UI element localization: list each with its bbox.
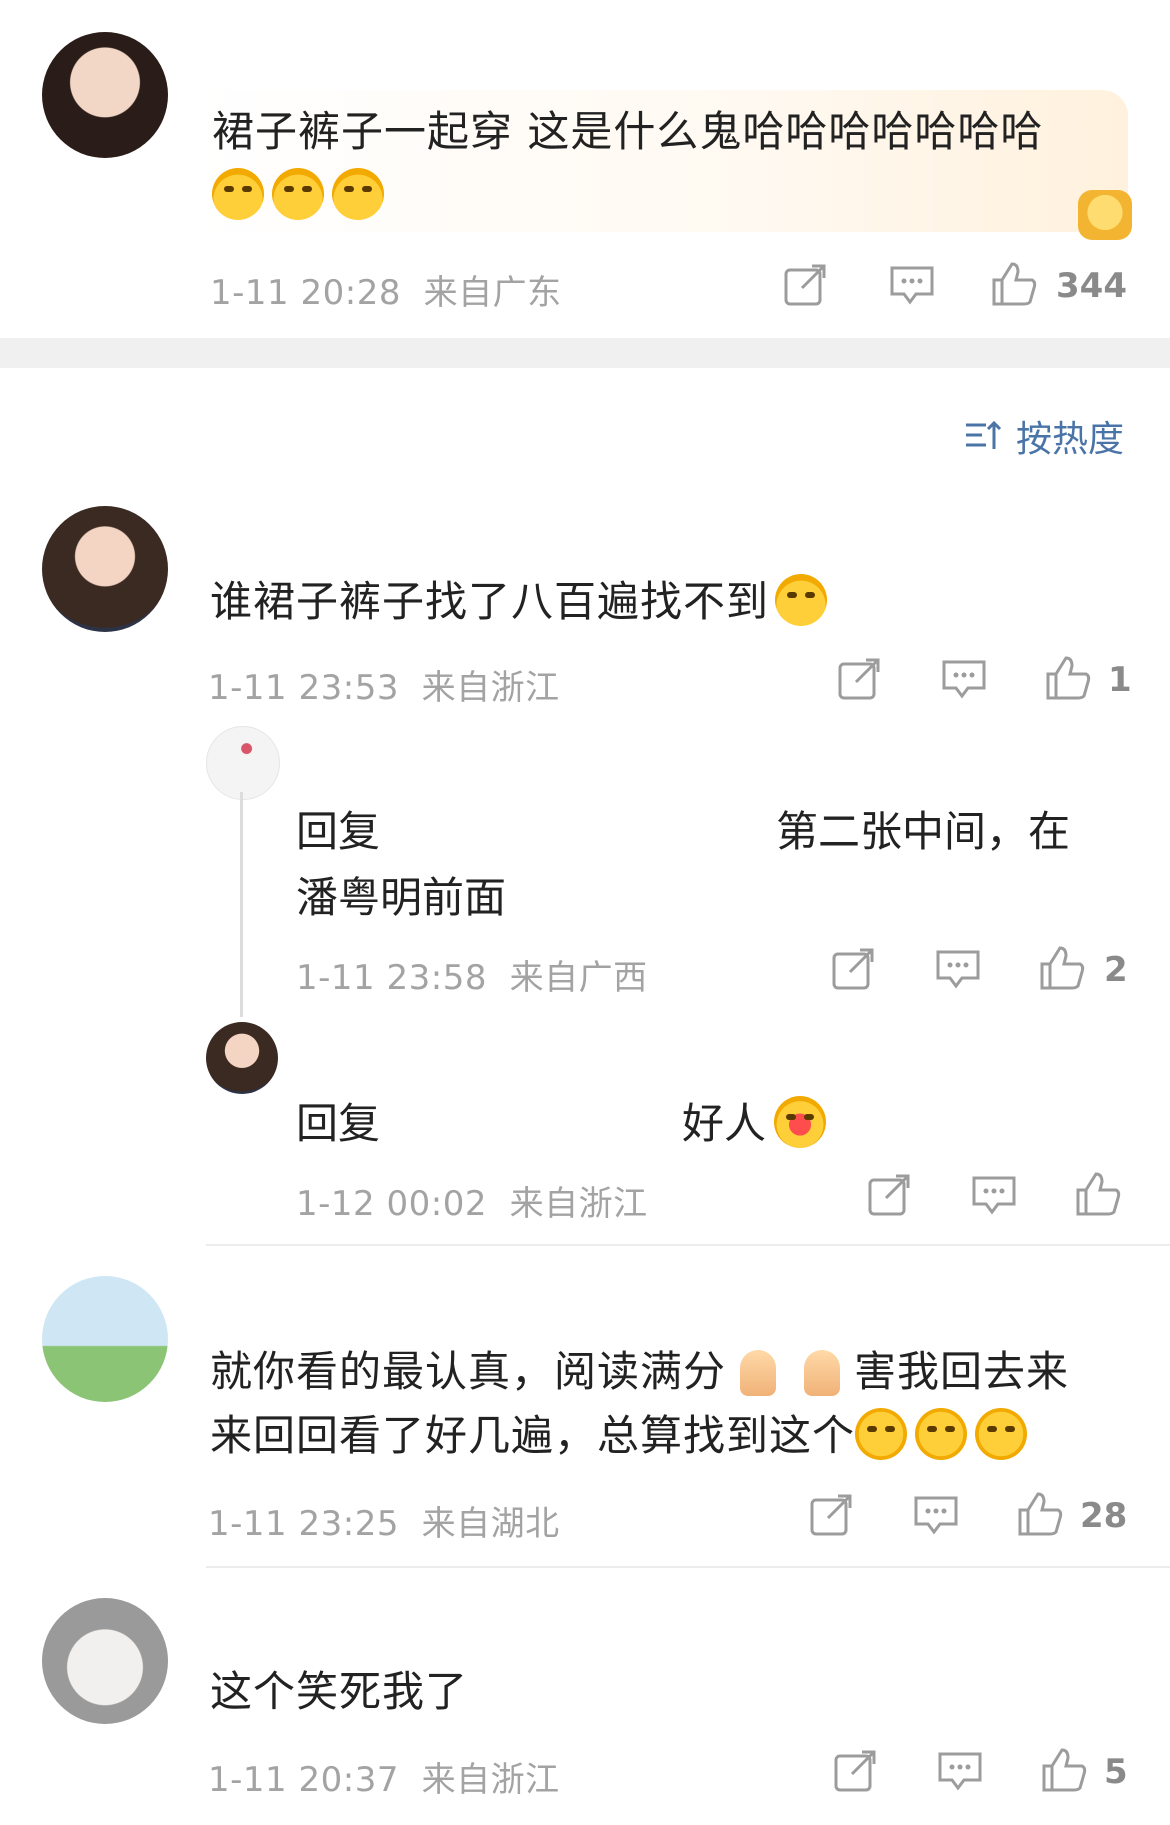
comment-icon[interactable]: [912, 1492, 960, 1538]
grin-emoji-icon: [855, 1408, 908, 1460]
grin-emoji-icon: [975, 1408, 1028, 1460]
sort-label: 按热度: [1015, 419, 1124, 460]
thumbs-up-emoji-icon: [740, 1350, 777, 1396]
share-icon[interactable]: [832, 1748, 878, 1794]
reply-text-continued: 潘粤明前面: [296, 873, 507, 922]
comment-time: 1-11 23:53: [208, 668, 399, 708]
comment-icon[interactable]: [940, 656, 988, 702]
sort-icon: [965, 420, 1002, 449]
comment-location: 来自浙江: [421, 1760, 560, 1800]
comment-icon[interactable]: [934, 946, 982, 992]
comment-location: 来自广东: [423, 273, 562, 313]
like-icon[interactable]: [1040, 1744, 1088, 1794]
comment-body-continued: 害我回去来: [854, 1347, 1070, 1396]
comment-meta: 1-11 20:37 来自浙江: [208, 1752, 560, 1801]
reply-time: 1-12 00:02: [296, 1184, 487, 1224]
reply-location: 来自浙江: [509, 1184, 648, 1224]
avatar[interactable]: [42, 1598, 168, 1724]
comment-time: 1-11 23:25: [208, 1504, 399, 1544]
separator: [206, 1566, 1170, 1568]
like-count: 344: [1056, 266, 1127, 306]
like-icon[interactable]: [990, 258, 1038, 308]
like-icon[interactable]: [1044, 652, 1092, 702]
sort-toggle[interactable]: 按热度: [964, 410, 1124, 462]
avatar[interactable]: [42, 1276, 168, 1402]
comment-body: 裙子裤子一起穿 这是什么鬼哈哈哈哈哈哈哈: [212, 107, 1044, 156]
comment-meta: 1-11 20:28 来自广东: [210, 265, 562, 314]
avatar[interactable]: [206, 1022, 278, 1094]
comment-body-line2: 来回回看了好几遍，总算找到这个: [210, 1411, 856, 1460]
reply-prefix: 回复: [296, 807, 381, 856]
comment-icon[interactable]: [970, 1172, 1018, 1218]
share-icon[interactable]: [782, 262, 828, 308]
comment-meta: 1-11 23:53 来自浙江: [208, 660, 560, 709]
laugh-cry-emoji-icon: [212, 168, 264, 220]
like-count: 5: [1104, 1752, 1128, 1792]
like-count: 28: [1080, 1496, 1128, 1536]
thumbs-up-emoji-icon: [804, 1350, 841, 1396]
reply-location: 来自广西: [509, 958, 648, 998]
like-count: 2: [1104, 950, 1128, 990]
share-icon[interactable]: [808, 1492, 854, 1538]
comment-location: 来自浙江: [421, 668, 560, 708]
reply-prefix: 回复: [296, 1099, 381, 1148]
reply-body: 好人: [682, 1099, 767, 1148]
comment-body: 谁裙子裤子找了八百遍找不到: [210, 577, 770, 626]
laugh-cry-emoji-icon: [332, 168, 384, 220]
like-icon[interactable]: [1074, 1168, 1122, 1218]
separator: [206, 1244, 1170, 1246]
laugh-cry-emoji-icon: [272, 168, 324, 220]
comment-time: 1-11 20:28: [210, 273, 401, 313]
like-icon[interactable]: [1038, 942, 1086, 992]
comment-text: 就你看的最认真，阅读满分 害我回去来 来回回看了好几遍，总算找到这个: [210, 1340, 1150, 1468]
like-icon[interactable]: [1016, 1488, 1064, 1538]
avatar[interactable]: [206, 726, 280, 800]
comment-location: 来自湖北: [421, 1504, 560, 1544]
avatar[interactable]: [42, 506, 168, 632]
share-icon[interactable]: [830, 946, 876, 992]
avatar[interactable]: [42, 32, 168, 158]
share-icon[interactable]: [836, 656, 882, 702]
like-count: 1: [1108, 660, 1132, 700]
reply-meta: 1-12 00:02 来自浙江: [296, 1176, 648, 1225]
comment-body: 这个笑死我了: [210, 1667, 469, 1716]
reply-meta: 1-11 23:58 来自广西: [296, 950, 648, 999]
reply-text: 第二张中间，在: [776, 807, 1071, 856]
heart-hug-emoji-icon: [774, 1096, 827, 1148]
comment-icon[interactable]: [888, 262, 936, 308]
reply-time: 1-11 23:58: [296, 958, 487, 998]
laugh-cry-emoji-icon: [775, 574, 828, 626]
grin-emoji-icon: [915, 1408, 968, 1460]
comment-time: 1-11 20:37: [208, 1760, 399, 1800]
comment-text: 谁裙子裤子找了八百遍找不到: [210, 570, 835, 634]
comment-meta: 1-11 23:25 来自湖北: [208, 1496, 560, 1545]
thread-line: [240, 792, 243, 1017]
share-icon[interactable]: [866, 1172, 912, 1218]
reply-text: 好人: [682, 1090, 834, 1151]
comment-icon[interactable]: [936, 1748, 984, 1794]
comment-body: 就你看的最认真，阅读满分: [210, 1347, 727, 1396]
comment-text: 这个笑死我了: [210, 1660, 468, 1724]
section-divider: [0, 338, 1170, 368]
comment-text: 裙子裤子一起穿 这是什么鬼哈哈哈哈哈哈哈: [212, 100, 1112, 228]
